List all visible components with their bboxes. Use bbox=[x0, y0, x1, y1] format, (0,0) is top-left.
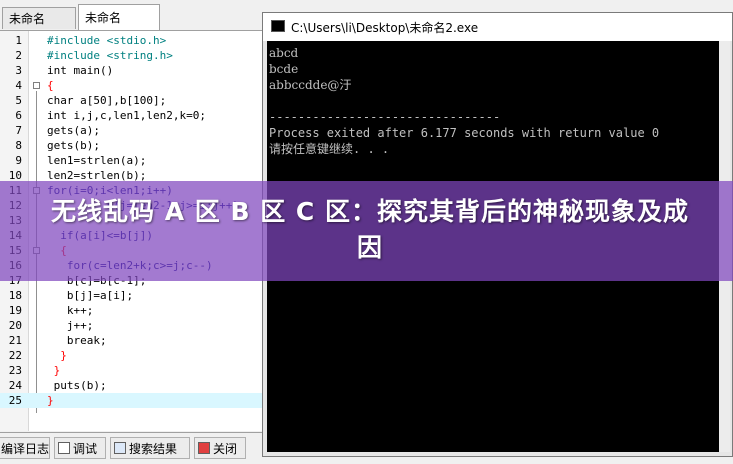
code-text: len1=strlen(a); bbox=[47, 154, 147, 167]
code-text: b[j]=a[i]; bbox=[47, 289, 134, 302]
line-number: 21 bbox=[8, 334, 22, 347]
tab-compile-log[interactable]: 编译日志 bbox=[0, 437, 50, 459]
code-text: j++; bbox=[47, 319, 94, 332]
code-line[interactable]: 8 gets(b); bbox=[0, 138, 262, 153]
line-number: 19 bbox=[8, 304, 22, 317]
tab-compile-log-label: 编译日志 bbox=[1, 442, 50, 456]
code-text: gets(b); bbox=[47, 139, 100, 152]
code-line[interactable]: 23 } bbox=[0, 363, 262, 378]
line-number: 1 bbox=[15, 34, 22, 47]
code-line[interactable]: 18 b[j]=a[i]; bbox=[0, 288, 262, 303]
code-line[interactable]: 1 #include <stdio.h> bbox=[0, 33, 262, 48]
tab-file-2[interactable]: 未命名2.cpp bbox=[78, 4, 160, 51]
code-text: gets(a); bbox=[47, 124, 100, 137]
fold-toggle-icon[interactable] bbox=[33, 82, 40, 89]
code-line[interactable]: 6 int i,j,c,len1,len2,k=0; bbox=[0, 108, 262, 123]
code-line[interactable]: 3 int main() bbox=[0, 63, 262, 78]
code-text: } bbox=[47, 364, 61, 377]
close-icon bbox=[198, 442, 210, 454]
console-line: bcde bbox=[269, 62, 299, 76]
code-text: int i,j,c,len1,len2,k=0; bbox=[47, 109, 206, 122]
line-number: 20 bbox=[8, 319, 22, 332]
tab-file-1[interactable]: 未命名1.cpp bbox=[2, 7, 76, 48]
search-results-icon bbox=[114, 442, 126, 454]
code-line[interactable]: 21 break; bbox=[0, 333, 262, 348]
line-number: 22 bbox=[8, 349, 22, 362]
line-number: 24 bbox=[8, 379, 22, 392]
console-line: abbccdde@汙 bbox=[269, 78, 352, 92]
line-number: 5 bbox=[15, 94, 22, 107]
tab-close[interactable]: 关闭 bbox=[194, 437, 246, 459]
code-line[interactable]: 24 puts(b); bbox=[0, 378, 262, 393]
overlay-banner: 无线乱码 A 区 B 区 C 区：探究其背后的神秘现象及成因 bbox=[0, 181, 733, 281]
code-line[interactable]: 22 } bbox=[0, 348, 262, 363]
banner-title: 无线乱码 A 区 B 区 C 区：探究其背后的神秘现象及成因 bbox=[51, 197, 689, 262]
console-line: abcd bbox=[269, 46, 299, 60]
code-text: puts(b); bbox=[47, 379, 107, 392]
tab-debug-label: 调试 bbox=[73, 442, 98, 456]
line-number: 7 bbox=[15, 124, 22, 137]
line-number: 18 bbox=[8, 289, 22, 302]
tab-search-results[interactable]: 搜索结果 bbox=[110, 437, 190, 459]
code-text: { bbox=[47, 79, 54, 92]
line-number: 25 bbox=[8, 394, 22, 407]
tab-close-label: 关闭 bbox=[213, 442, 238, 456]
console-line: 请按任意键继续. . . bbox=[269, 142, 390, 156]
line-number: 2 bbox=[15, 49, 22, 62]
code-line[interactable]: 25} bbox=[0, 393, 262, 408]
line-number: 23 bbox=[8, 364, 22, 377]
code-text: } bbox=[47, 394, 54, 407]
console-title: C:\Users\li\Desktop\未命名2.exe bbox=[291, 21, 479, 35]
code-line[interactable]: 7 gets(a); bbox=[0, 123, 262, 138]
code-line[interactable]: 20 j++; bbox=[0, 318, 262, 333]
line-number: 6 bbox=[15, 109, 22, 122]
console-line: Process exited after 6.177 seconds with … bbox=[269, 126, 660, 140]
code-line[interactable]: 9 len1=strlen(a); bbox=[0, 153, 262, 168]
tab-search-results-label: 搜索结果 bbox=[129, 442, 178, 456]
code-text: #include <string.h> bbox=[47, 49, 173, 62]
code-line[interactable]: 19 k++; bbox=[0, 303, 262, 318]
bottom-panel-tabs: 编译日志 调试 搜索结果 关闭 bbox=[0, 432, 262, 464]
code-line[interactable]: 4{ bbox=[0, 78, 262, 93]
code-text: char a[50],b[100]; bbox=[47, 94, 167, 107]
code-text: int main() bbox=[47, 64, 114, 77]
editor-tab-bar: 未命名1.cpp 未命名2.cpp bbox=[0, 0, 270, 51]
code-text: break; bbox=[47, 334, 107, 347]
line-number: 9 bbox=[15, 154, 22, 167]
console-app-icon bbox=[271, 20, 285, 32]
debug-check-icon bbox=[58, 442, 70, 454]
line-number: 4 bbox=[15, 79, 22, 92]
console-titlebar[interactable]: C:\Users\li\Desktop\未命名2.exe bbox=[263, 13, 732, 41]
code-text: } bbox=[47, 349, 67, 362]
tab-debug[interactable]: 调试 bbox=[54, 437, 106, 459]
console-separator: -------------------------------- bbox=[269, 110, 501, 124]
line-number: 3 bbox=[15, 64, 22, 77]
code-line[interactable]: 2 #include <string.h> bbox=[0, 48, 262, 63]
line-number: 8 bbox=[15, 139, 22, 152]
code-line[interactable]: 5 char a[50],b[100]; bbox=[0, 93, 262, 108]
code-text: k++; bbox=[47, 304, 94, 317]
code-text: #include <stdio.h> bbox=[47, 34, 167, 47]
